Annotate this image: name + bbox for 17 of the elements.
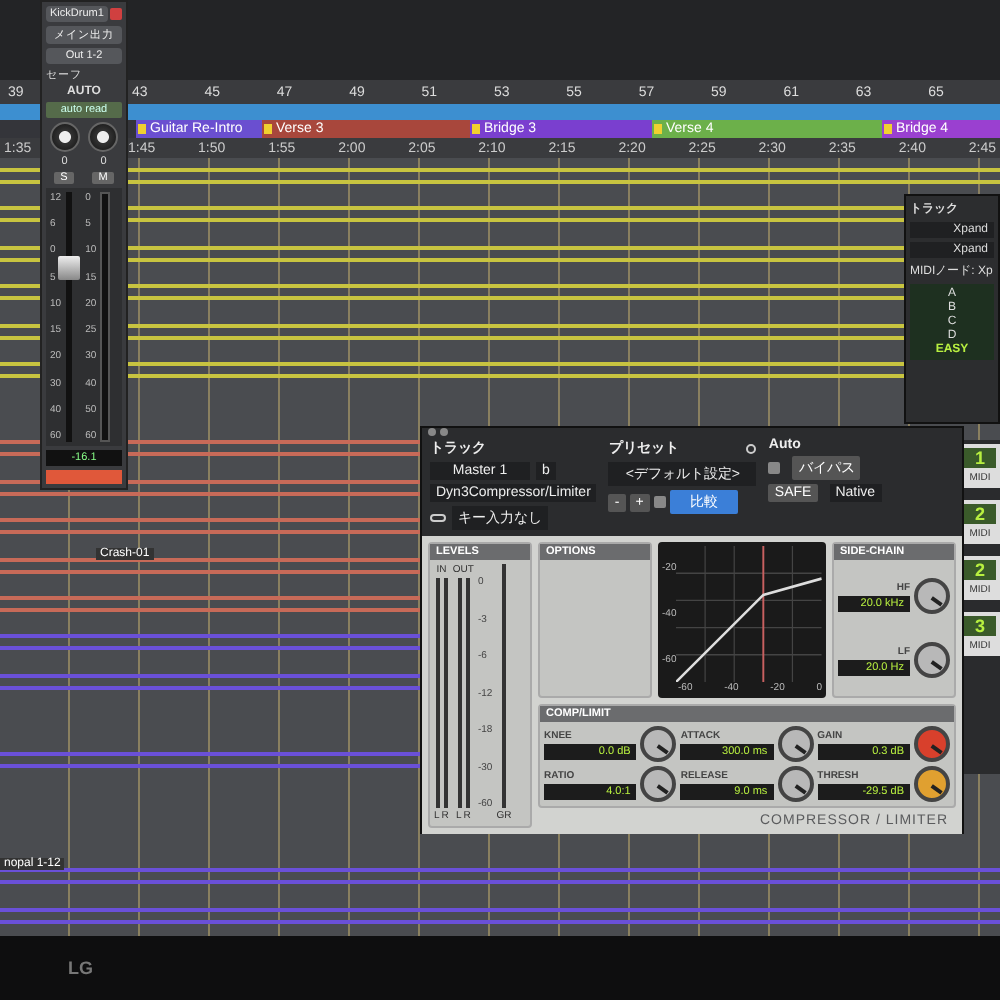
knob[interactable] — [914, 766, 950, 802]
settings-icon[interactable] — [746, 443, 757, 453]
close-icon[interactable] — [428, 428, 436, 436]
filter-knob[interactable] — [914, 578, 950, 614]
knob[interactable] — [640, 766, 677, 802]
monitor-logo: LG — [68, 958, 93, 978]
knob[interactable] — [777, 766, 814, 802]
knob[interactable] — [640, 726, 677, 762]
knob[interactable] — [777, 726, 814, 762]
pan-knob[interactable] — [88, 122, 119, 152]
pan-knob[interactable] — [49, 122, 80, 152]
minimize-icon[interactable] — [440, 428, 448, 436]
input-monitor-icon[interactable] — [110, 8, 122, 20]
knob[interactable] — [914, 726, 950, 762]
key-icon — [430, 514, 446, 522]
fader-handle[interactable] — [57, 255, 80, 279]
filter-knob[interactable] — [914, 642, 950, 678]
